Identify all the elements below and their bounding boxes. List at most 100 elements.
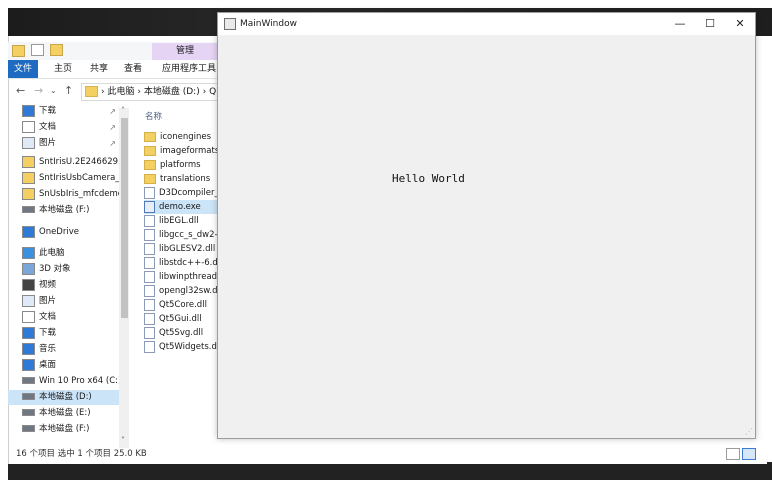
details-view-icon[interactable] — [742, 448, 756, 460]
sidebar-item-label: 此电脑 — [39, 248, 65, 258]
file-name: opengl32sw.dll — [159, 286, 222, 296]
window-title: MainWindow — [240, 19, 297, 29]
sidebar-item[interactable]: 图片 ↗ — [8, 136, 122, 151]
sidebar-item[interactable]: 下载 ↗ — [8, 104, 122, 119]
picture-icon — [22, 136, 35, 149]
dll-file-icon — [144, 298, 155, 311]
file-name: Qt5Gui.dll — [159, 314, 202, 324]
breadcrumb-this-pc[interactable]: 此电脑 — [107, 87, 134, 97]
sidebar-item[interactable]: SntIrisU.2E246629.tl — [8, 155, 122, 170]
sidebar-item-label: 桌面 — [39, 360, 57, 370]
tab-file[interactable]: 文件 — [8, 60, 39, 78]
tab-view[interactable]: 查看 — [124, 60, 142, 78]
file-list-item[interactable]: libEGL.dll — [144, 214, 222, 228]
up-arrow-icon[interactable]: ↑ — [64, 84, 73, 97]
sidebar-item[interactable]: 下载 — [8, 326, 122, 341]
cloud-icon — [22, 225, 35, 238]
tab-share[interactable]: 共享 — [90, 60, 108, 78]
file-list-item[interactable]: translations — [144, 172, 222, 186]
close-button[interactable]: ✕ — [725, 13, 755, 35]
dll-file-icon — [144, 326, 155, 339]
sidebar-item[interactable]: 音乐 — [8, 342, 122, 357]
sidebar-item[interactable]: 3D 对象 — [8, 262, 122, 277]
sidebar-item[interactable]: SnUsbIris_mfcdemo — [8, 187, 122, 202]
drive-icon — [22, 409, 35, 416]
sidebar-item[interactable]: OneDrive — [8, 225, 122, 240]
sidebar-item[interactable]: 本地磁盘 (F:) — [8, 422, 122, 437]
sidebar-item[interactable]: 文档 ↗ — [8, 120, 122, 135]
folder-icon — [144, 131, 156, 142]
sidebar-item[interactable]: 本地磁盘 (D:) — [8, 390, 122, 405]
scroll-up-icon[interactable]: ˄ — [121, 106, 125, 115]
file-list: 名称 iconengines imageformats platforms trans… — [140, 104, 222, 354]
forward-arrow-icon[interactable]: → — [34, 84, 43, 97]
file-list-item[interactable]: Qt5Widgets.dll — [144, 340, 222, 354]
file-name: Qt5Svg.dll — [159, 328, 204, 338]
file-name: libwinpthread-1 — [159, 272, 222, 282]
ribbon-manage-tab[interactable]: 管理 — [152, 43, 218, 60]
column-header-name[interactable]: 名称 — [145, 110, 162, 122]
address-input[interactable]: › 此电脑 › 本地磁盘 (D:) › Q — [81, 83, 223, 101]
scroll-down-icon[interactable]: ˅ — [121, 436, 125, 445]
dll-file-icon — [144, 214, 155, 227]
dll-file-icon — [144, 270, 155, 283]
breadcrumb-folder[interactable]: Q — [209, 87, 216, 97]
minimize-button[interactable]: — — [665, 13, 695, 35]
file-list-item[interactable]: demo.exe — [144, 200, 222, 214]
download-icon — [22, 326, 35, 339]
folder-icon — [144, 159, 156, 170]
file-list-item[interactable]: libstdc++-6.dll — [144, 256, 222, 270]
sidebar-item-label: 下载 — [39, 328, 57, 338]
file-name: iconengines — [160, 132, 212, 142]
title-bar[interactable]: MainWindow — ☐ ✕ — [218, 13, 755, 35]
sidebar-item[interactable]: SntIrisUsbCamera_n — [8, 171, 122, 186]
file-list-item[interactable]: libwinpthread-1 — [144, 270, 222, 284]
sidebar-item[interactable]: 此电脑 — [8, 246, 122, 261]
dll-file-icon — [144, 312, 155, 325]
recent-dropdown-icon[interactable]: ⌄ — [50, 86, 57, 95]
breadcrumb-drive-d[interactable]: 本地磁盘 (D:) — [144, 87, 200, 97]
folder-icon[interactable] — [12, 45, 25, 57]
new-folder-icon[interactable] — [49, 43, 63, 56]
properties-icon[interactable] — [30, 43, 44, 56]
file-list-item[interactable]: Qt5Gui.dll — [144, 312, 222, 326]
pin-icon[interactable]: ↗ — [109, 120, 116, 135]
download-icon — [22, 104, 35, 117]
back-arrow-icon[interactable]: ← — [16, 84, 25, 97]
tab-home[interactable]: 主页 — [54, 60, 72, 78]
sidebar-item[interactable]: 图片 — [8, 294, 122, 309]
scrollbar-thumb[interactable] — [121, 118, 128, 318]
resize-grip-icon[interactable]: ⋰ — [745, 427, 753, 436]
file-list-item[interactable]: Qt5Core.dll — [144, 298, 222, 312]
file-list-item[interactable]: opengl32sw.dll — [144, 284, 222, 298]
dll-file-icon — [144, 284, 155, 297]
sidebar-item[interactable]: 桌面 — [8, 358, 122, 373]
sidebar-item-label: 3D 对象 — [39, 264, 71, 274]
file-list-item[interactable]: iconengines — [144, 130, 222, 144]
file-list-item[interactable]: imageformats — [144, 144, 222, 158]
exe-file-icon — [144, 200, 155, 213]
file-list-item[interactable]: platforms — [144, 158, 222, 172]
list-view-icon[interactable] — [726, 448, 740, 460]
sidebar-item[interactable]: 本地磁盘 (E:) — [8, 406, 122, 421]
sidebar-item[interactable]: Win 10 Pro x64 (C:) — [8, 374, 122, 389]
file-list-item[interactable]: libgcc_s_dw2-1. — [144, 228, 222, 242]
pin-icon[interactable]: ↗ — [109, 104, 116, 119]
music-icon — [22, 342, 35, 355]
file-list-item[interactable]: D3Dcompiler_4 — [144, 186, 222, 200]
file-name: platforms — [160, 160, 201, 170]
maximize-button[interactable]: ☐ — [695, 13, 725, 35]
file-list-item[interactable]: Qt5Svg.dll — [144, 326, 222, 340]
sidebar-item[interactable]: 视频 — [8, 278, 122, 293]
sidebar-item-label: 文档 — [39, 312, 57, 322]
main-window: MainWindow — ☐ ✕ Hello World ⋰ — [217, 12, 756, 439]
sidebar-item[interactable]: 本地磁盘 (F:) — [8, 203, 122, 218]
pin-icon[interactable]: ↗ — [109, 136, 116, 151]
file-name: libgcc_s_dw2-1. — [159, 230, 222, 240]
desktop-icon — [22, 358, 35, 371]
taskbar-strip — [8, 462, 772, 480]
drive-icon — [22, 206, 35, 213]
tab-app-tools[interactable]: 应用程序工具 — [162, 60, 216, 78]
sidebar-item[interactable]: 文档 — [8, 310, 122, 325]
file-list-item[interactable]: libGLESV2.dll — [144, 242, 222, 256]
